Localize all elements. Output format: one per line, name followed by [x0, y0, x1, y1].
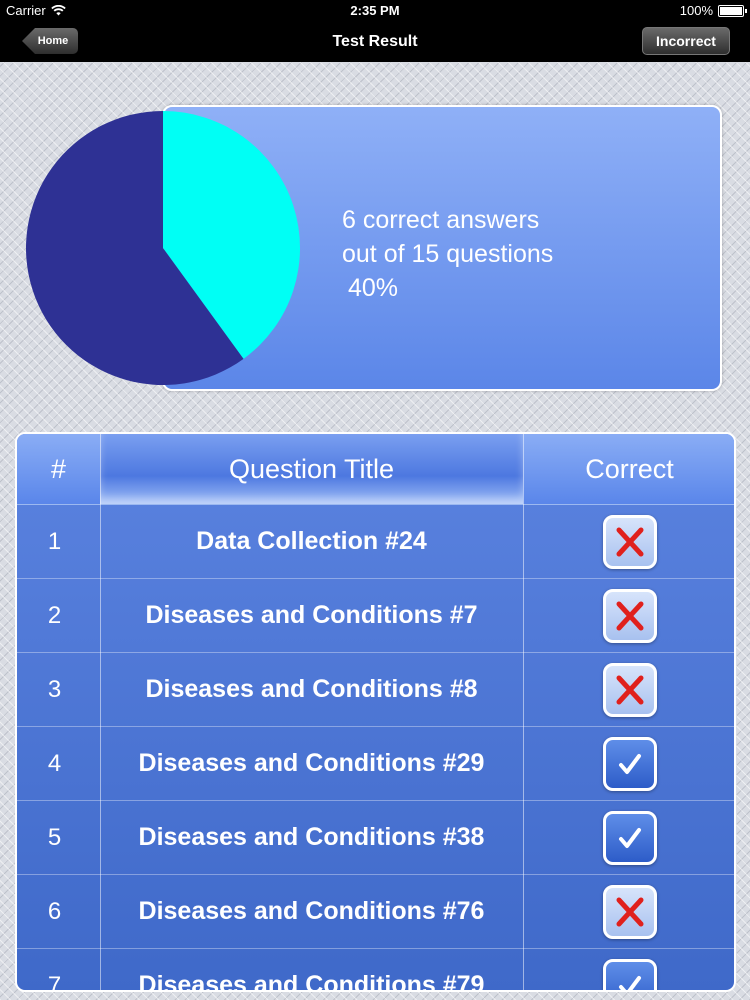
checkmark-icon	[602, 736, 657, 791]
row-number: 1	[47, 527, 62, 555]
row-question-title[interactable]: Data Collection #24	[100, 505, 523, 578]
row-correct-cell	[523, 875, 734, 948]
row-question-title[interactable]: Diseases and Conditions #79	[100, 949, 523, 990]
battery-indicator: 100%	[679, 3, 747, 18]
battery-label: 100%	[679, 3, 713, 18]
row-correct-cell	[523, 579, 734, 652]
table-header: # Question Title Correct	[17, 434, 734, 505]
summary-text: 6 correct answers out of 15 questions 40…	[342, 203, 553, 305]
header-question-title: Question Title	[100, 434, 523, 504]
row-question-title[interactable]: Diseases and Conditions #76	[100, 875, 523, 948]
row-number: 6	[47, 897, 62, 925]
table-row[interactable]: 4 Diseases and Conditions #29	[17, 727, 734, 801]
results-table: # Question Title Correct 1 Data Collectio…	[15, 432, 736, 992]
x-mark-icon	[602, 514, 657, 569]
row-correct-cell	[523, 505, 734, 578]
status-time: 2:35 PM	[350, 3, 400, 18]
summary-line-1: 6 correct answers	[342, 206, 540, 234]
row-correct-cell	[523, 727, 734, 800]
checkmark-icon	[602, 958, 657, 990]
row-correct-cell	[523, 653, 734, 726]
table-row[interactable]: 5 Diseases and Conditions #38	[17, 801, 734, 875]
table-row[interactable]: 3 Diseases and Conditions #8	[17, 653, 734, 727]
result-pie-chart	[25, 111, 300, 386]
header-correct: Correct	[585, 453, 674, 484]
table-body[interactable]: 1 Data Collection #24 2 Diseases and Condit…	[17, 505, 734, 992]
row-correct-cell	[523, 949, 734, 990]
row-correct-cell	[523, 801, 734, 874]
battery-icon	[718, 4, 747, 17]
row-number: 4	[47, 749, 62, 777]
summary-line-2: out of 15 questions	[342, 240, 554, 268]
row-number: 5	[47, 823, 62, 851]
table-row[interactable]: 1 Data Collection #24	[17, 505, 734, 579]
x-mark-icon	[602, 662, 657, 717]
table-row[interactable]: 7 Diseases and Conditions #79	[17, 949, 734, 992]
status-bar: Carrier 2:35 PM 100%	[0, 0, 750, 22]
page-title: Test Result	[332, 33, 418, 50]
row-question-title[interactable]: Diseases and Conditions #7	[100, 579, 523, 652]
incorrect-button[interactable]: Incorrect	[642, 27, 730, 55]
header-number: #	[50, 453, 67, 484]
row-number: 2	[47, 601, 62, 629]
table-row[interactable]: 2 Diseases and Conditions #7	[17, 579, 734, 653]
navigation-bar: Home Test Result Incorrect	[0, 22, 750, 62]
checkmark-icon	[602, 810, 657, 865]
summary-line-3: 40%	[348, 274, 399, 302]
row-question-title[interactable]: Diseases and Conditions #29	[100, 727, 523, 800]
x-mark-icon	[602, 588, 657, 643]
row-question-title[interactable]: Diseases and Conditions #38	[100, 801, 523, 874]
table-row[interactable]: 6 Diseases and Conditions #76	[17, 875, 734, 949]
x-mark-icon	[602, 884, 657, 939]
row-question-title[interactable]: Diseases and Conditions #8	[100, 653, 523, 726]
row-number: 7	[47, 971, 62, 992]
row-number: 3	[47, 675, 62, 703]
